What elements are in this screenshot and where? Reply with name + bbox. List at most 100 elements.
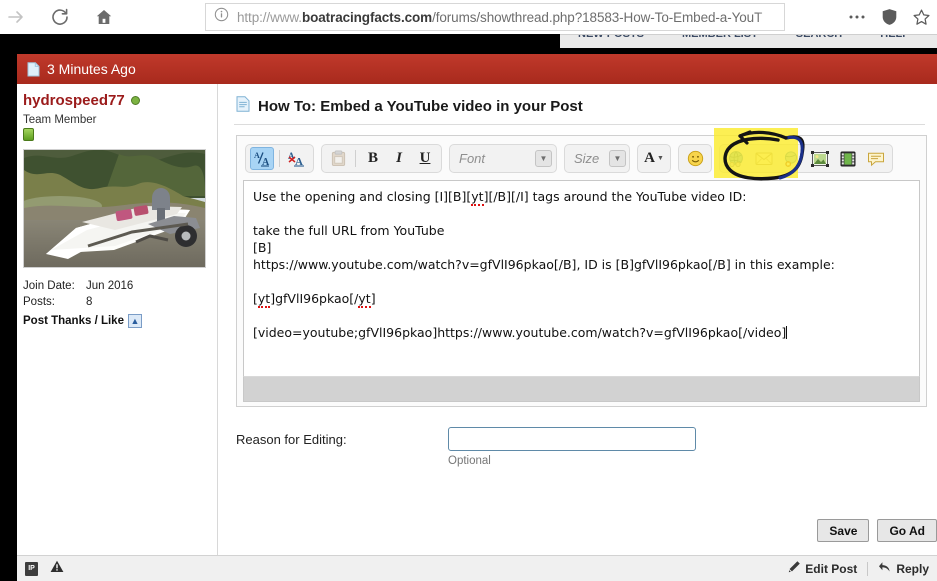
chevron-up-icon[interactable]: ▲: [127, 314, 142, 328]
post-timestamp-text: 3 Minutes Ago: [47, 61, 136, 77]
avatar[interactable]: [23, 149, 206, 268]
stat-row: Join Date: Jun 2016: [23, 278, 213, 294]
chevron-down-icon[interactable]: ▼: [535, 150, 552, 167]
page-actions-menu[interactable]: [847, 9, 867, 25]
forward-button[interactable]: [2, 3, 30, 31]
go-advanced-button[interactable]: Go Ad: [877, 519, 937, 542]
screenshot-root: http://www.boatracingfacts.com/forums/sh…: [0, 0, 937, 581]
paste-button[interactable]: [326, 147, 350, 170]
stat-label: Posts:: [23, 296, 55, 308]
reason-hint: Optional: [448, 455, 491, 467]
post-footer-left: IP: [25, 560, 64, 578]
stat-row: Posts: 8: [23, 294, 213, 310]
nav-item-2[interactable]: MEMBER LIST: [682, 35, 758, 40]
edit-post-button[interactable]: Edit Post: [787, 560, 857, 577]
stat-value: 8: [86, 296, 93, 308]
page-title: How To: Embed a YouTube video in your Po…: [232, 90, 927, 124]
underline-button[interactable]: U: [413, 147, 437, 170]
browser-toolbar: http://www.boatracingfacts.com/forums/sh…: [0, 0, 937, 34]
home-button[interactable]: [90, 3, 118, 31]
info-circle-icon[interactable]: [214, 7, 229, 27]
font-select[interactable]: Font ▼: [449, 144, 557, 173]
save-button[interactable]: Save: [817, 519, 870, 542]
reply-arrow-icon: [878, 560, 892, 577]
title-divider: [234, 124, 925, 125]
format-group: B I U: [321, 144, 442, 173]
post-page-icon: [27, 61, 40, 77]
nav-item-3[interactable]: SEARCH: [796, 35, 842, 40]
nav-item-1[interactable]: NEW POSTS: [578, 35, 644, 40]
warning-triangle-icon[interactable]: [50, 560, 64, 578]
insert-video-icon[interactable]: [836, 147, 860, 170]
nav-item-4[interactable]: HELP: [880, 35, 909, 40]
reply-button[interactable]: Reply: [878, 560, 929, 577]
chevron-down-icon[interactable]: ▼: [657, 155, 664, 162]
reload-button[interactable]: [46, 3, 74, 31]
address-bar[interactable]: http://www.boatracingfacts.com/forums/sh…: [205, 3, 785, 31]
editor-line: take the full URL from YouTube: [253, 223, 445, 238]
insert-quote-icon[interactable]: [864, 147, 888, 170]
editor-line: [B]: [253, 240, 272, 255]
shield-icon[interactable]: [881, 8, 898, 26]
chevron-down-icon[interactable]: ▼: [609, 150, 626, 167]
column-divider: [217, 84, 218, 555]
editor-line: Use the opening and closing [I][B][yt][/…: [253, 189, 747, 206]
editor-resize-footer[interactable]: [243, 376, 920, 402]
username-text: hydrospeed77: [23, 92, 125, 109]
text-caret: [786, 326, 788, 339]
toolbar-separator: [279, 150, 280, 167]
page-title-text: How To: Embed a YouTube video in your Po…: [258, 97, 583, 115]
user-title: Team Member: [23, 114, 97, 126]
insert-image-icon[interactable]: [808, 147, 832, 170]
ip-badge[interactable]: IP: [25, 561, 38, 576]
footer-divider: [867, 561, 869, 576]
user-rank-icon: [23, 128, 34, 141]
insert-link-icon[interactable]: [724, 147, 748, 170]
post-body: hydrospeed77 Team Member Join Date: Jun …: [17, 84, 937, 555]
edit-post-label: Edit Post: [805, 561, 858, 576]
insert-group: [719, 144, 893, 173]
post-user-info: hydrospeed77 Team Member Join Date: Jun …: [17, 84, 213, 555]
wysiwyg-group: AA AA: [245, 144, 314, 173]
remove-formatting-button[interactable]: AA: [285, 147, 309, 170]
toggle-wysiwyg-button[interactable]: AA: [250, 147, 274, 170]
italic-button[interactable]: I: [387, 147, 411, 170]
color-group: A ▼: [637, 144, 671, 173]
post-thanks-label: Post Thanks / Like: [23, 315, 124, 327]
size-select-value: Size: [574, 151, 600, 166]
post-footer-bar: IP Edit Post Reply: [17, 555, 937, 581]
editor-toolbar: AA AA B I U Font ▼ Size ▼ A ▼: [243, 142, 920, 175]
post-editor: AA AA B I U Font ▼ Size ▼ A ▼ Use the op…: [236, 135, 927, 407]
size-select[interactable]: Size ▼: [564, 144, 630, 173]
stat-label: Join Date:: [23, 280, 75, 292]
user-stats: Join Date: Jun 2016 Posts: 8: [23, 278, 213, 310]
pencil-icon: [787, 560, 801, 577]
editor-line: [yt]gfVlI96pkao[/yt]: [253, 291, 376, 308]
bold-button[interactable]: B: [361, 147, 385, 170]
text-color-button[interactable]: A ▼: [642, 147, 666, 170]
post-footer-right: Edit Post Reply: [787, 560, 929, 577]
message-textarea[interactable]: Use the opening and closing [I][B][yt][/…: [243, 180, 920, 376]
svg-text:A: A: [254, 151, 260, 160]
reason-input[interactable]: [448, 427, 696, 451]
avatar-image: [24, 150, 205, 267]
editor-line: https://www.youtube.com/watch?v=gfVlI96p…: [253, 257, 835, 272]
editor-line: [video=youtube;gfVlI96pkao]https://www.y…: [253, 324, 910, 341]
insert-email-icon[interactable]: [752, 147, 776, 170]
web-page: NEW POSTS MEMBER LIST SEARCH HELP 3 Minu…: [0, 34, 937, 581]
forum-nav-strip-clipped[interactable]: NEW POSTS MEMBER LIST SEARCH HELP: [560, 34, 937, 48]
reason-for-editing-row: Reason for Editing: Optional: [236, 427, 927, 467]
bookmark-star-icon[interactable]: [912, 8, 931, 27]
document-icon: [236, 96, 250, 116]
remove-link-icon[interactable]: [780, 147, 804, 170]
spellcheck-word: yt: [471, 189, 484, 206]
smilie-icon[interactable]: [683, 147, 707, 170]
bold-label: B: [367, 150, 378, 166]
post-thanks-like[interactable]: Post Thanks / Like ▲: [23, 314, 213, 328]
editor-action-buttons: Save Go Ad: [817, 519, 937, 542]
address-bar-text: http://www.boatracingfacts.com/forums/sh…: [237, 9, 763, 25]
url-fade-overlay: [757, 5, 783, 29]
username-link[interactable]: hydrospeed77: [23, 92, 213, 109]
